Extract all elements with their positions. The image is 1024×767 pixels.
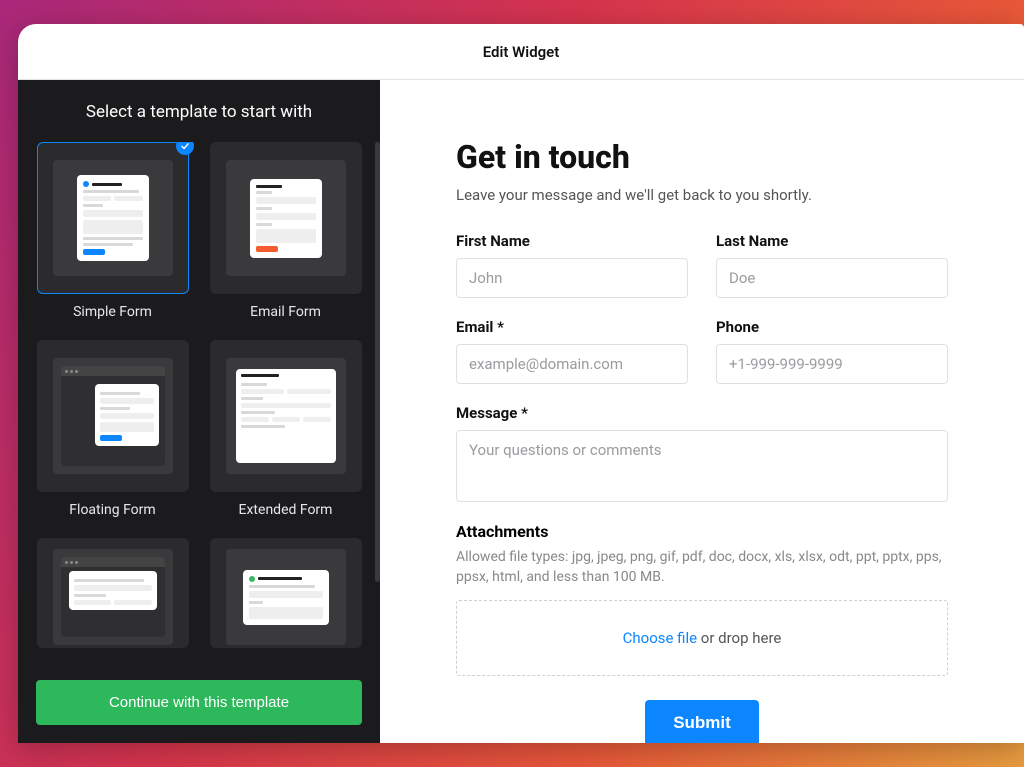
attachments-help: Allowed file types: jpg, jpeg, png, gif,…: [456, 547, 948, 588]
template-email-form[interactable]: Email Form: [209, 142, 362, 320]
input-message[interactable]: [456, 430, 948, 502]
template-extended-form[interactable]: Extended Form: [209, 340, 362, 518]
template-card[interactable]: [36, 538, 189, 648]
field-message: Message *: [456, 404, 948, 502]
label-last-name: Last Name: [716, 232, 948, 250]
input-last-name[interactable]: [716, 258, 948, 298]
template-thumb: [37, 538, 189, 648]
field-email: Email *: [456, 318, 688, 384]
input-phone[interactable]: [716, 344, 948, 384]
field-first-name: First Name: [456, 232, 688, 298]
edit-widget-modal: Edit Widget Select a template to start w…: [18, 24, 1024, 743]
field-last-name: Last Name: [716, 232, 948, 298]
submit-button[interactable]: Submit: [645, 700, 759, 743]
sidebar-title: Select a template to start with: [18, 80, 380, 142]
dropzone-text: or drop here: [697, 629, 781, 647]
selected-check-icon: [176, 142, 194, 155]
template-thumb: [210, 142, 362, 294]
template-label: Floating Form: [69, 502, 155, 518]
label-first-name: First Name: [456, 232, 688, 250]
input-first-name[interactable]: [456, 258, 688, 298]
field-phone: Phone: [716, 318, 948, 384]
continue-button[interactable]: Continue with this template: [36, 680, 362, 725]
form-title: Get in touch: [456, 138, 948, 176]
form-subtitle: Leave your message and we'll get back to…: [456, 186, 948, 204]
form-preview: Get in touch Leave your message and we'l…: [380, 80, 1024, 743]
template-label: Simple Form: [73, 304, 152, 320]
label-email: Email *: [456, 318, 688, 336]
modal-header: Edit Widget: [18, 24, 1024, 80]
continue-bar: Continue with this template: [18, 666, 380, 743]
template-thumb: [37, 142, 189, 294]
label-message: Message *: [456, 404, 948, 422]
template-grid: Simple Form: [36, 142, 362, 648]
template-sidebar: Select a template to start with: [18, 80, 380, 743]
input-email[interactable]: [456, 344, 688, 384]
choose-file-link[interactable]: Choose file: [623, 629, 697, 647]
template-floating-form[interactable]: Floating Form: [36, 340, 189, 518]
template-thumb: [210, 340, 362, 492]
template-thumb: [210, 538, 362, 648]
templates-scroll: Simple Form: [18, 142, 380, 666]
template-label: Email Form: [250, 304, 321, 320]
template-simple-form[interactable]: Simple Form: [36, 142, 189, 320]
attachments-dropzone[interactable]: Choose file or drop here: [456, 600, 948, 676]
attachments-label: Attachments: [456, 522, 948, 541]
template-label: Extended Form: [239, 502, 333, 518]
scrollbar-thumb[interactable]: [375, 142, 380, 582]
template-thumb: [37, 340, 189, 492]
label-phone: Phone: [716, 318, 948, 336]
page-title: Edit Widget: [483, 43, 560, 61]
template-card[interactable]: [209, 538, 362, 648]
modal-body: Select a template to start with: [18, 80, 1024, 743]
